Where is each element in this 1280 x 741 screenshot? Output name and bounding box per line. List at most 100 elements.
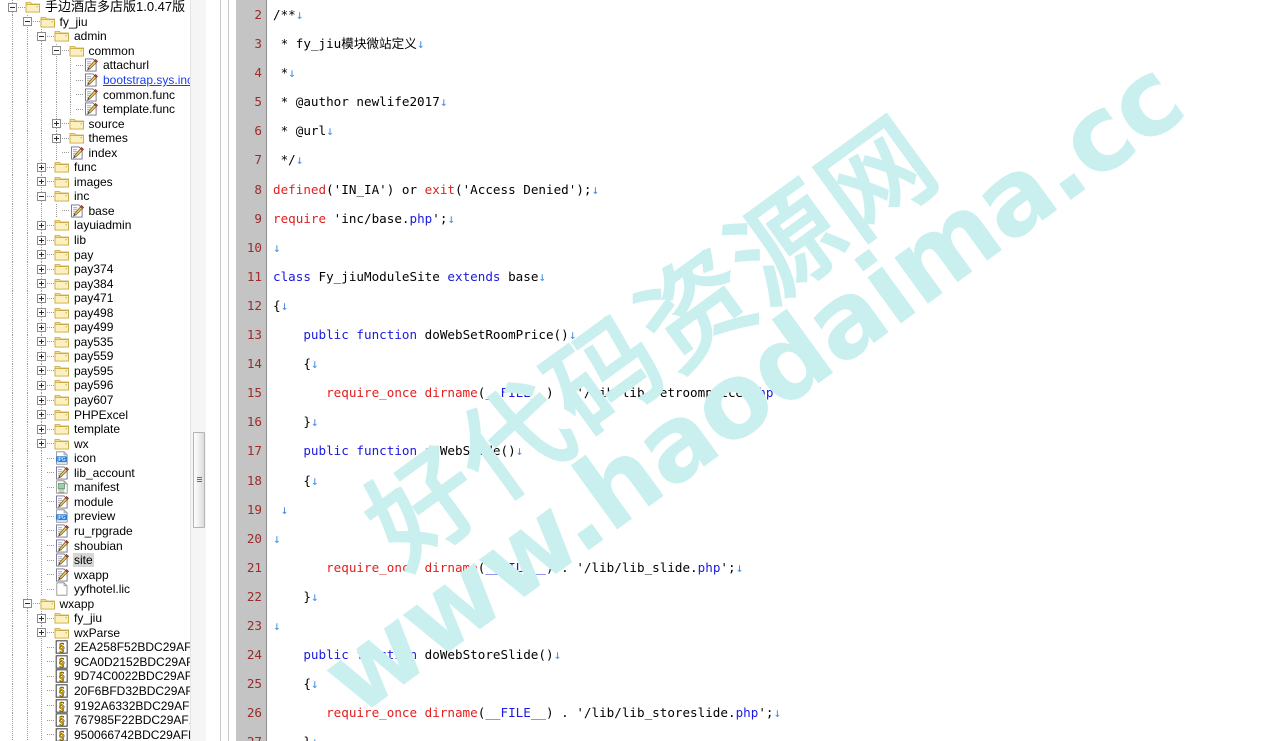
tree-item-wx[interactable]: wx [0,436,206,451]
tree-item-label[interactable]: icon [73,451,97,465]
code-line[interactable]: 5 * @author newlife2017↓ [236,87,1280,116]
code-line-text[interactable]: */↓ [267,145,304,174]
tree-item-label[interactable]: attachurl [102,58,150,72]
expand-plus-icon[interactable] [37,613,46,623]
code-line[interactable]: 18 {↓ [236,466,1280,495]
tree-item-pay596[interactable]: pay596 [0,378,206,393]
tree-item-label[interactable]: source [88,117,126,131]
tree-item-label[interactable]: 9D74C0022BDC29AFFB12A8050 [73,669,206,683]
expand-plus-icon[interactable] [37,220,46,230]
tree-item-label[interactable]: wxapp [59,597,96,611]
file-tree[interactable]: 手边酒店多店版1.0.47版 fy_jiu admin common attachurl… [0,0,206,741]
expand-plus-icon[interactable] [37,250,46,260]
code-line[interactable]: 27 }↓ [236,727,1280,741]
tree-item-label[interactable]: pay607 [73,393,114,407]
file-tree-panel[interactable]: 手边酒店多店版1.0.47版 fy_jiu admin common attachurl… [0,0,206,741]
tree-item-pay374[interactable]: pay374 [0,261,206,277]
tree-item-label[interactable]: inc [73,189,90,203]
code-line-text[interactable]: ↓ [267,611,281,640]
tree-item-site[interactable]: site [0,552,206,568]
tree-item-label[interactable]: lib_account [73,466,136,480]
tree-item-label[interactable]: 2EA258F52BDC29AF48C430F2D [73,640,206,654]
code-line[interactable]: 13 public function doWebSetRoomPrice()↓ [236,320,1280,349]
expand-plus-icon[interactable] [37,264,46,274]
code-line[interactable]: 24 public function doWebStoreSlide()↓ [236,640,1280,669]
tree-item-label[interactable]: index [88,146,119,160]
expand-plus-icon[interactable] [51,133,61,143]
tree-item-label[interactable]: 9CA0D2152BDC29AFFAC6BA12 [73,655,206,669]
tree-item-func[interactable]: func [0,160,206,175]
code-line-text[interactable]: }↓ [267,727,318,741]
expand-plus-icon[interactable] [37,162,46,172]
tree-item-label[interactable]: shoubian [73,539,124,553]
tree-item-label[interactable]: module [73,495,114,509]
tree-item-label[interactable]: pay [73,248,94,262]
code-line-text[interactable]: public function doWebStoreSlide()↓ [267,640,561,669]
tree-item-common.func[interactable]: common.func [0,87,206,102]
tree-item-ru_rpgrade[interactable]: ru_rpgrade [0,523,206,539]
tree-item-pay498[interactable]: pay498 [0,305,206,321]
panel-splitter[interactable] [206,0,236,741]
tree-item-950066742bdc29aff3660e733[interactable]: § 950066742BDC29AFF3660E733 [0,727,206,741]
tree-item-index[interactable]: index [0,145,206,161]
expand-plus-icon[interactable] [37,628,46,638]
code-line[interactable]: 10 ↓ [236,233,1280,262]
tree-item-pay384[interactable]: pay384 [0,276,206,291]
tree-scrollbar-thumb[interactable] [193,432,205,528]
tree-item-label[interactable]: pay471 [73,291,114,305]
expand-plus-icon[interactable] [37,366,46,376]
tree-item-label[interactable]: wxapp [73,568,110,582]
tree-item-label[interactable]: pay596 [73,378,114,392]
tree-item-themes[interactable]: themes [0,130,206,146]
tree-item-admin[interactable]: admin [0,29,206,44]
tree-item-label[interactable]: template [73,422,121,436]
tree-item-label[interactable]: common.func [102,88,176,102]
tree-item-label[interactable]: PHPExcel [73,408,129,422]
tree-item-label[interactable]: func [73,160,98,174]
tree-item-label[interactable]: 20F6BFD32BDC29AF4690D7D4E [73,684,206,698]
tree-item-label[interactable]: bootstrap.sys.inc [102,73,194,87]
tree-item-label[interactable]: pay535 [73,335,114,349]
tree-item-fy_jiu[interactable]: fy_jiu [0,14,206,30]
tree-item-label[interactable]: fy_jiu [73,611,103,625]
collapse-minus-icon[interactable] [37,31,46,41]
tree-item-shoubian[interactable]: shoubian [0,538,206,553]
tree-item-label[interactable]: wx [73,437,90,451]
code-line[interactable]: 12 {↓ [236,291,1280,320]
code-line-text[interactable]: ↓ [267,524,281,553]
expand-plus-icon[interactable] [37,177,46,187]
tree-item-20f6bfd32bdc29af4690d7d4e[interactable]: § 20F6BFD32BDC29AF4690D7D4E [0,683,206,699]
code-line[interactable]: 2 /**↓ [236,0,1280,29]
expand-plus-icon[interactable] [37,235,46,245]
tree-item-label[interactable]: pay498 [73,306,114,320]
code-line-text[interactable]: defined('IN_IA') or exit('Access Denied'… [267,175,599,204]
tree-item-base[interactable]: base [0,203,206,219]
tree-item-images[interactable]: images [0,174,206,190]
tree-item-lib_account[interactable]: lib_account [0,465,206,481]
tree-item-wxapp[interactable]: wxapp [0,567,206,582]
tree-item-icon[interactable]: JPG icon [0,450,206,466]
tree-item-label[interactable]: fy_jiu [59,15,89,29]
tree-item-pay559[interactable]: pay559 [0,349,206,364]
tree-item-9192a6332bdc29aff7f4ce345[interactable]: § 9192A6332BDC29AFF7F4CE345 [0,698,206,713]
expand-plus-icon[interactable] [37,351,46,361]
expand-plus-icon[interactable] [37,279,46,289]
tree-item--1.0.47-[interactable]: 手边酒店多店版1.0.47版 [0,0,206,15]
code-line[interactable]: 6 * @url↓ [236,116,1280,145]
code-line-text[interactable]: * @author newlife2017↓ [267,87,448,116]
code-line[interactable]: 26 require_once dirname(__FILE__) . '/li… [236,698,1280,727]
code-line-text[interactable]: * @url↓ [267,116,334,145]
code-line-text[interactable]: class Fy_jiuModuleSite extends base↓ [267,262,546,291]
code-line[interactable]: 25 {↓ [236,669,1280,698]
tree-item-label[interactable]: images [73,175,114,189]
tree-item-label[interactable]: layuiadmin [73,218,132,232]
tree-item-wxparse[interactable]: wxParse [0,625,206,641]
code-line[interactable]: 4 *↓ [236,58,1280,87]
code-line[interactable]: 8 defined('IN_IA') or exit('Access Denied… [236,175,1280,204]
expand-plus-icon[interactable] [37,439,46,449]
tree-item-common[interactable]: common [0,43,206,59]
tree-item-2ea258f52bdc29af48c430f2d[interactable]: § 2EA258F52BDC29AF48C430F2D [0,640,206,655]
expand-plus-icon[interactable] [37,395,46,405]
tree-item-label[interactable]: pay374 [73,262,114,276]
tree-item-preview[interactable]: JPG preview [0,509,206,524]
